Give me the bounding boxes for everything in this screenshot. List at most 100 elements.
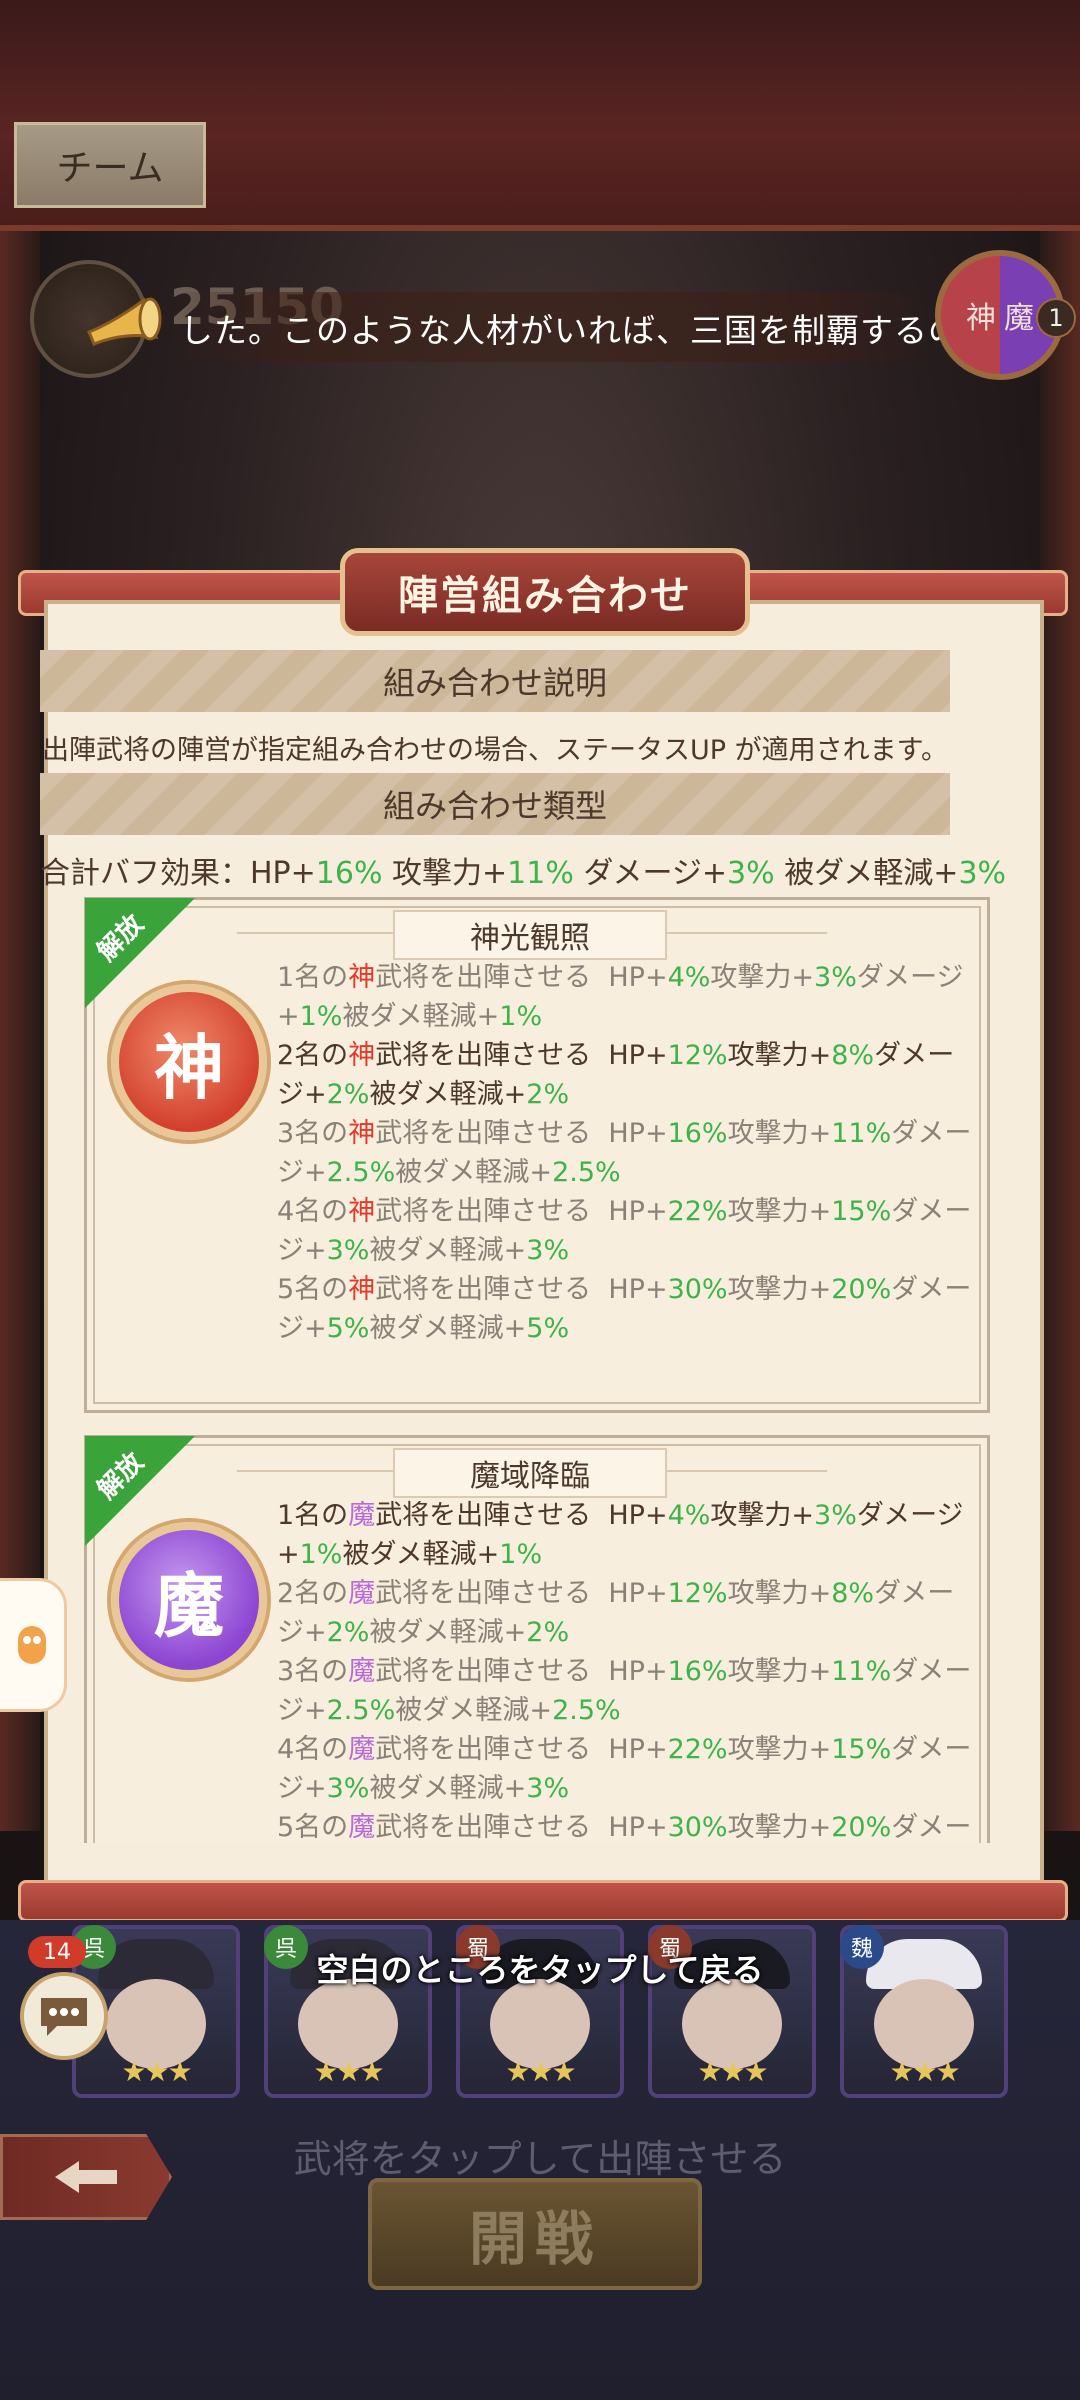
tier-text: 22% [667, 1734, 728, 1765]
tier-text: 神 [348, 1118, 376, 1149]
modal-title: 陣営組み合わせ [340, 548, 750, 636]
pillar-right [1040, 231, 1080, 1831]
tier-text: 神 [348, 1274, 376, 1305]
tier-text: 5名の [277, 1812, 349, 1843]
tier-text: 1% [299, 1539, 343, 1570]
total-atk: 11% [507, 856, 574, 891]
tier-text: 3% [326, 1773, 370, 1804]
tier-text: 被ダメ軽減+ [369, 1617, 527, 1648]
total-dmg-label: ダメージ+ [583, 856, 728, 891]
title-divider [667, 1470, 827, 1472]
hero-stars: ★★★ [121, 2055, 192, 2088]
tier-text: 2% [526, 1079, 570, 1110]
tier-list: 1名の神武将を出陣させる HP+4%攻撃力+3%ダメージ+1%被ダメ軽減+1% 2… [277, 958, 977, 1348]
tier-row: 5名の魔武将を出陣させる HP+30%攻撃力+20%ダメージ+5%被ダメ軽減+5… [277, 1808, 977, 1843]
tier-text: 8% [831, 1040, 875, 1071]
shin-emblem-icon: 神 [111, 984, 267, 1140]
tier-text: 武将を出陣させる [375, 1196, 592, 1227]
team-tab[interactable]: チーム [14, 122, 206, 208]
combo-list[interactable]: 解放 神光観照 神 1名の神武将を出陣させる HP+4%攻撃力+3%ダメージ+1… [80, 893, 990, 1843]
tier-text: 攻撃力+ [727, 1734, 832, 1765]
tier-text: 1名の [277, 1500, 349, 1531]
ma-emblem-icon: 魔 [111, 1522, 267, 1678]
tier-text: 2% [326, 1617, 370, 1648]
horn-icon [87, 297, 162, 346]
start-battle-button[interactable]: 開戦 [368, 2178, 702, 2290]
tier-text: 1% [499, 1539, 543, 1570]
tier-text: 3% [326, 1235, 370, 1266]
badge-count: 1 [1036, 298, 1076, 338]
tier-text: HP+ [608, 1274, 668, 1305]
tier-text: 3% [526, 1235, 570, 1266]
tier-text: HP+ [608, 1196, 668, 1227]
tier-text: 2.5% [326, 1157, 396, 1188]
chat-button[interactable] [20, 1972, 108, 2060]
tier-row: 2名の神武将を出陣させる HP+12%攻撃力+8%ダメージ+2%被ダメ軽減+2% [277, 1036, 977, 1114]
side-assistant-tab[interactable] [0, 1578, 67, 1712]
tier-text: 攻撃力+ [727, 1578, 832, 1609]
hero-stars: ★★★ [697, 2055, 768, 2088]
tier-text: HP+ [608, 1812, 668, 1843]
tier-text: 5% [326, 1313, 370, 1344]
hero-stars: ★★★ [313, 2055, 384, 2088]
tier-text: HP+ [608, 1578, 668, 1609]
tier-text: 4名の [277, 1196, 349, 1227]
tier-row: 5名の神武将を出陣させる HP+30%攻撃力+20%ダメージ+5%被ダメ軽減+5… [277, 1270, 977, 1348]
tier-text: 被ダメ軽減+ [369, 1079, 527, 1110]
tier-text: 武将を出陣させる [375, 1734, 592, 1765]
tier-text: 30% [667, 1274, 728, 1305]
ticker-text: した。このような人材がいれば、三国を制覇するの [180, 311, 940, 350]
tier-text: 被ダメ軽減+ [342, 1001, 500, 1032]
tier-text: 2名の [277, 1578, 349, 1609]
tier-text: 22% [667, 1196, 728, 1227]
tier-text: 攻撃力+ [727, 1196, 832, 1227]
tier-text: 魔 [348, 1656, 376, 1687]
tier-text: 3% [814, 1500, 857, 1531]
tier-text: 1名の [277, 962, 349, 993]
tier-text: 武将を出陣させる [375, 1656, 592, 1687]
tier-text: 魔 [348, 1500, 376, 1531]
tier-text: 魔 [348, 1734, 376, 1765]
tier-text: 武将を出陣させる [375, 1812, 592, 1843]
tier-text: 魔 [348, 1578, 376, 1609]
combo-card-ma: 解放 魔域降臨 魔 1名の魔武将を出陣させる HP+4%攻撃力+3%ダメージ+1… [84, 1435, 990, 1843]
tier-text: 2.5% [552, 1695, 621, 1726]
tier-row: 1名の神武将を出陣させる HP+4%攻撃力+3%ダメージ+1%被ダメ軽減+1% [277, 958, 977, 1036]
tier-text: 武将を出陣させる [375, 1118, 592, 1149]
tier-text: 2.5% [552, 1157, 621, 1188]
tier-text: 被ダメ軽減+ [369, 1313, 527, 1344]
tier-text: 攻撃力+ [727, 1274, 832, 1305]
tier-text: 11% [831, 1656, 892, 1687]
tier-text: 攻撃力+ [727, 1656, 832, 1687]
description-header: 組み合わせ説明 [40, 650, 950, 712]
modal-bottom-frame [18, 1880, 1068, 1922]
total-label: 合計バフ効果： [40, 856, 250, 891]
tier-text: 15% [831, 1734, 892, 1765]
hero-stars: ★★★ [889, 2055, 960, 2088]
badge-shin: 神 [966, 301, 996, 336]
tier-text: 12% [667, 1040, 728, 1071]
tier-text: 12% [667, 1578, 728, 1609]
news-ticker: した。このような人材がいれば、三国を制覇するの [170, 292, 940, 362]
badge-ma: 魔 [1004, 301, 1034, 336]
back-button[interactable] [0, 2134, 172, 2220]
tier-text: 2名の [277, 1040, 349, 1071]
tier-text: 被ダメ軽減+ [342, 1539, 500, 1570]
tier-text: HP+ [608, 1734, 668, 1765]
tier-text: 1% [299, 1001, 343, 1032]
tier-text: 武将を出陣させる [375, 962, 592, 993]
tier-text: 15% [831, 1196, 892, 1227]
tier-text: 5名の [277, 1274, 349, 1305]
tier-text: 2% [526, 1617, 570, 1648]
back-arrow-icon [55, 2161, 117, 2193]
tier-text: 攻撃力+ [710, 962, 815, 993]
total-red-label: 被ダメ軽減+ [784, 856, 959, 891]
combo-name: 魔域降臨 [393, 1448, 667, 1498]
tier-row: 4名の魔武将を出陣させる HP+22%攻撃力+15%ダメージ+3%被ダメ軽減+3… [277, 1730, 977, 1808]
tier-text: 武将を出陣させる [375, 1274, 592, 1305]
tier-text: 武将を出陣させる [375, 1578, 592, 1609]
tier-text: 神 [348, 962, 376, 993]
combo-name: 神光観照 [393, 910, 667, 960]
tier-text: 4% [667, 962, 711, 993]
total-hp: 16% [315, 856, 383, 891]
